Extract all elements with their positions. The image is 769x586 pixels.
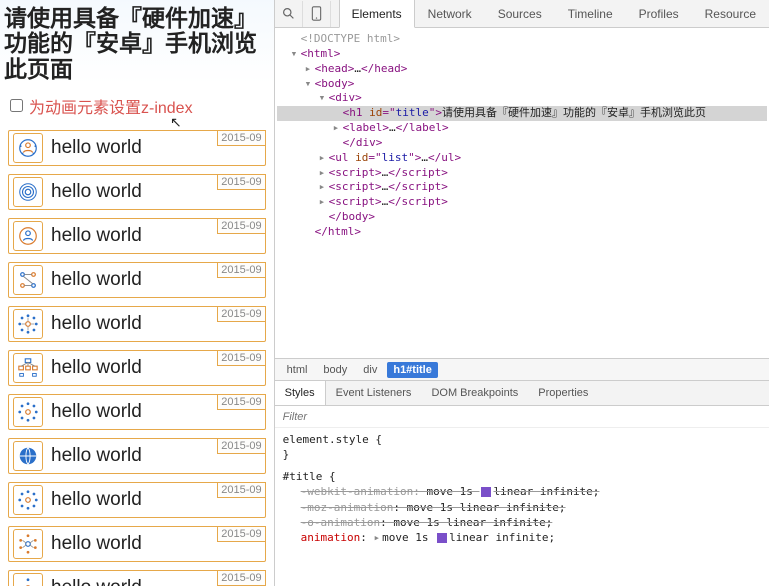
styles-subtab-styles[interactable]: Styles <box>275 381 326 405</box>
item-date: 2015-09 <box>217 526 265 542</box>
breadcrumb-item[interactable]: html <box>281 362 314 378</box>
dom-label[interactable]: ▸<label>…</label> <box>277 121 767 136</box>
item-date: 2015-09 <box>217 394 265 410</box>
styles-subtab-event-listeners[interactable]: Event Listeners <box>326 381 422 405</box>
list-item[interactable]: hello world2015-09 <box>8 262 266 298</box>
item-date: 2015-09 <box>217 262 265 278</box>
list-item[interactable]: hello world2015-09 <box>8 482 266 518</box>
prop-o-animation[interactable]: -o-animation: move 1s linear infinite; <box>283 515 761 530</box>
dom-script-2[interactable]: ▸<script>…</script> <box>277 180 767 195</box>
breadcrumb-item[interactable]: body <box>317 362 353 378</box>
styles-subtab-properties[interactable]: Properties <box>528 381 598 405</box>
item-list: hello world2015-09 hello world2015-09 hell… <box>0 130 274 586</box>
devtools-tab-sources[interactable]: Sources <box>485 0 555 27</box>
dom-ul[interactable]: ▸<ul id="list">…</ul> <box>277 151 767 166</box>
item-date: 2015-09 <box>217 306 265 322</box>
dom-h1-selected[interactable]: <h1 id="title">请使用具备『硬件加速』功能的『安卓』手机浏览此页 <box>277 106 767 121</box>
item-date: 2015-09 <box>217 482 265 498</box>
search-icon[interactable] <box>275 1 303 27</box>
styles-filter-row <box>275 406 769 428</box>
dom-doctype[interactable]: <!DOCTYPE html> <box>277 32 767 47</box>
item-icon <box>13 221 43 251</box>
dom-tree[interactable]: <!DOCTYPE html> ▾<html> ▸<head>…</head> … <box>275 28 769 358</box>
list-item[interactable]: hello world2015-09 <box>8 394 266 430</box>
list-item[interactable]: hello world2015-09 <box>8 350 266 386</box>
item-date: 2015-09 <box>217 174 265 190</box>
item-date: 2015-09 <box>217 130 265 146</box>
list-item[interactable]: hello world2015-09 <box>8 218 266 254</box>
dom-script-1[interactable]: ▸<script>…</script> <box>277 166 767 181</box>
item-icon <box>13 177 43 207</box>
devtools-panel: ElementsNetworkSourcesTimelineProfilesRe… <box>275 0 769 586</box>
dom-body-open[interactable]: ▾<body> <box>277 77 767 92</box>
devtools-tab-timeline[interactable]: Timeline <box>555 0 626 27</box>
dom-div-open[interactable]: ▾<div> <box>277 91 767 106</box>
prop-webkit-animation[interactable]: -webkit-animation: move 1s linear infini… <box>283 484 761 499</box>
devtools-tab-elements[interactable]: Elements <box>339 0 415 28</box>
list-item[interactable]: hello world2015-09 <box>8 438 266 474</box>
dom-html-close[interactable]: </html> <box>277 225 767 240</box>
list-item[interactable]: hello world2015-09 <box>8 306 266 342</box>
breadcrumb-item[interactable]: h1#title <box>387 362 438 378</box>
page-title: 请使用具备『硬件加速』功能的『安卓』手机浏览此页面 <box>0 0 274 84</box>
breadcrumb-item[interactable]: div <box>357 362 383 378</box>
list-item[interactable]: hello world2015-09 <box>8 526 266 562</box>
devtools-tab-profiles[interactable]: Profiles <box>626 0 692 27</box>
item-icon <box>13 133 43 163</box>
dom-script-3[interactable]: ▸<script>…</script> <box>277 195 767 210</box>
zindex-checkbox-label[interactable]: 为动画元素设置z-index <box>29 94 193 118</box>
item-icon <box>13 397 43 427</box>
prop-moz-animation[interactable]: -moz-animation: move 1s linear infinite; <box>283 500 761 515</box>
styles-subtabs: StylesEvent ListenersDOM BreakpointsProp… <box>275 380 769 406</box>
item-icon <box>13 265 43 295</box>
zindex-checkbox-row: 为动画元素设置z-index <box>0 84 274 130</box>
item-date: 2015-09 <box>217 438 265 454</box>
dom-html-open[interactable]: ▾<html> <box>277 47 767 62</box>
item-icon <box>13 529 43 559</box>
item-icon <box>13 353 43 383</box>
item-icon <box>13 573 43 586</box>
item-icon <box>13 441 43 471</box>
item-date: 2015-09 <box>217 570 265 586</box>
dom-breadcrumb: htmlbodydivh1#title <box>275 358 769 380</box>
item-date: 2015-09 <box>217 218 265 234</box>
list-item[interactable]: hello world2015-09 <box>8 570 266 586</box>
devtools-tab-network[interactable]: Network <box>415 0 485 27</box>
dom-head[interactable]: ▸<head>…</head> <box>277 62 767 77</box>
devtools-tabs: ElementsNetworkSourcesTimelineProfilesRe… <box>339 0 769 27</box>
rule-title[interactable]: #title { <box>283 470 336 483</box>
dom-body-close[interactable]: </body> <box>277 210 767 225</box>
zindex-checkbox[interactable] <box>10 99 23 112</box>
device-icon[interactable] <box>303 1 331 27</box>
item-icon <box>13 485 43 515</box>
dom-div-close[interactable]: </div> <box>277 136 767 151</box>
prop-animation[interactable]: animation: move 1s linear infinite; <box>283 530 761 545</box>
devtools-toolbar: ElementsNetworkSourcesTimelineProfilesRe… <box>275 0 769 28</box>
devtools-tab-resource[interactable]: Resource <box>692 0 769 27</box>
list-item[interactable]: hello world2015-09 <box>8 130 266 166</box>
page-preview-panel[interactable]: 请使用具备『硬件加速』功能的『安卓』手机浏览此页面 为动画元素设置z-index… <box>0 0 275 586</box>
styles-subtab-dom-breakpoints[interactable]: DOM Breakpoints <box>421 381 528 405</box>
item-date: 2015-09 <box>217 350 265 366</box>
styles-filter-input[interactable] <box>283 411 761 423</box>
item-icon <box>13 309 43 339</box>
styles-pane[interactable]: element.style { } #title { -webkit-anima… <box>275 428 769 586</box>
rule-element-style[interactable]: element.style { <box>283 433 382 446</box>
list-item[interactable]: hello world2015-09 <box>8 174 266 210</box>
